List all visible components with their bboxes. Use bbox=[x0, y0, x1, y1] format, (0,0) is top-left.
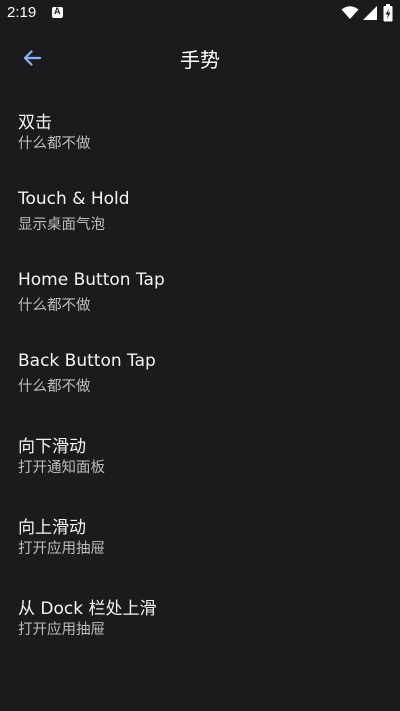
gesture-back-button-tap[interactable]: Back Button Tap 什么都不做 bbox=[0, 331, 400, 412]
status-bar: 2:19 bbox=[0, 0, 400, 28]
gesture-title: Back Button Tap bbox=[18, 351, 156, 371]
gesture-summary: 打开应用抽屉 bbox=[18, 622, 105, 638]
gesture-summary: 什么都不做 bbox=[18, 379, 91, 395]
gesture-title: Home Button Tap bbox=[18, 270, 165, 290]
gesture-summary: 什么都不做 bbox=[18, 136, 91, 152]
gesture-settings-list: 双击 什么都不做 Touch & Hold 显示桌面气泡 Home Button… bbox=[0, 88, 400, 655]
wifi-icon bbox=[341, 6, 359, 19]
gesture-summary: 打开应用抽屉 bbox=[18, 541, 105, 557]
status-time: 2:19 bbox=[7, 4, 37, 21]
signal-icon bbox=[363, 6, 377, 20]
app-notification-icon bbox=[52, 6, 63, 18]
gesture-summary: 什么都不做 bbox=[18, 298, 91, 314]
page-title: 手势 bbox=[180, 48, 220, 72]
gesture-title: Touch & Hold bbox=[18, 189, 130, 209]
gesture-title: 向上滑动 bbox=[18, 518, 86, 538]
gesture-swipe-up[interactable]: 向上滑动 打开应用抽屉 bbox=[0, 493, 400, 574]
gesture-summary: 显示桌面气泡 bbox=[18, 217, 105, 233]
gesture-home-button-tap[interactable]: Home Button Tap 什么都不做 bbox=[0, 250, 400, 331]
battery-charging-icon bbox=[383, 4, 393, 22]
toolbar: 手势 bbox=[0, 28, 400, 88]
gesture-dock-swipe-up[interactable]: 从 Dock 栏处上滑 打开应用抽屉 bbox=[0, 574, 400, 655]
gesture-title: 从 Dock 栏处上滑 bbox=[18, 599, 157, 619]
gesture-title: 向下滑动 bbox=[18, 437, 86, 457]
gesture-title: 双击 bbox=[18, 113, 52, 133]
gesture-double-tap[interactable]: 双击 什么都不做 bbox=[0, 88, 400, 169]
gesture-swipe-down[interactable]: 向下滑动 打开通知面板 bbox=[0, 412, 400, 493]
gesture-touch-hold[interactable]: Touch & Hold 显示桌面气泡 bbox=[0, 169, 400, 250]
gesture-summary: 打开通知面板 bbox=[18, 460, 105, 476]
